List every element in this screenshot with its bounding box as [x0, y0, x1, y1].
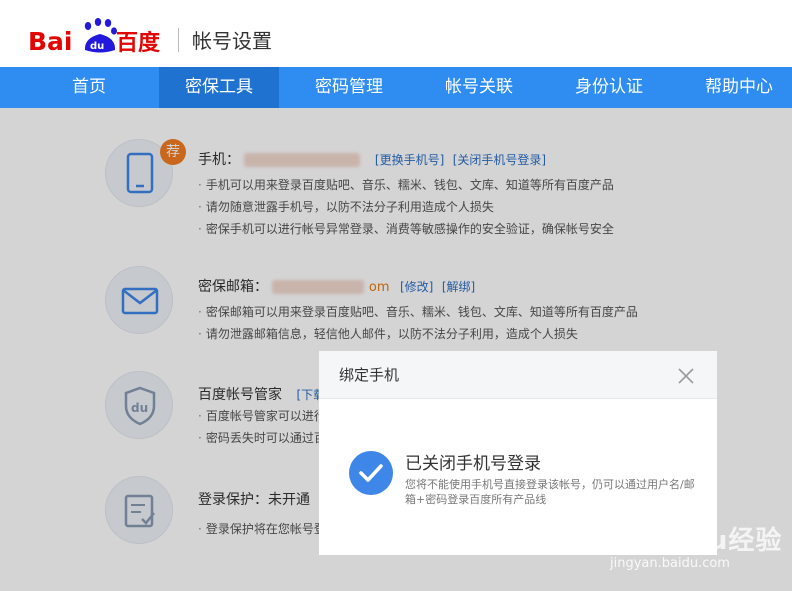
nav-item-account-link[interactable]: 帐号关联	[419, 67, 539, 108]
dialog-message: 已关闭手机号登录	[405, 454, 541, 474]
nav-item-security-tools[interactable]: 密保工具	[159, 67, 279, 108]
svg-text:百度: 百度	[116, 30, 161, 56]
nav-item-help[interactable]: 帮助中心	[679, 67, 792, 108]
header-divider	[178, 28, 179, 52]
nav-item-home[interactable]: 首页	[29, 67, 149, 108]
dialog-sub-message: 您将不能使用手机号直接登录该帐号，仍可以通过用户名/邮箱+密码登录百度所有产品线	[405, 478, 695, 506]
nav-item-identity[interactable]: 身份认证	[549, 67, 669, 108]
dialog-header: 绑定手机	[319, 351, 717, 399]
page-header: Bai du 百度 帐号设置	[0, 0, 792, 67]
check-circle-icon	[349, 451, 393, 495]
svg-text:Bai: Bai	[28, 27, 73, 56]
nav-item-password[interactable]: 密码管理	[289, 67, 409, 108]
main-nav: 首页 密保工具 密码管理 帐号关联 身份认证 帮助中心	[0, 67, 792, 108]
svg-text:du: du	[90, 41, 104, 52]
close-icon[interactable]	[675, 365, 697, 387]
watermark-url: jingyan.baidu.com	[610, 556, 730, 571]
dialog-title: 绑定手机	[339, 366, 400, 384]
watermark-logo: Baidu经验	[640, 526, 783, 556]
page-title: 帐号设置	[192, 29, 272, 53]
baidu-logo[interactable]: Bai du 百度	[28, 10, 168, 56]
